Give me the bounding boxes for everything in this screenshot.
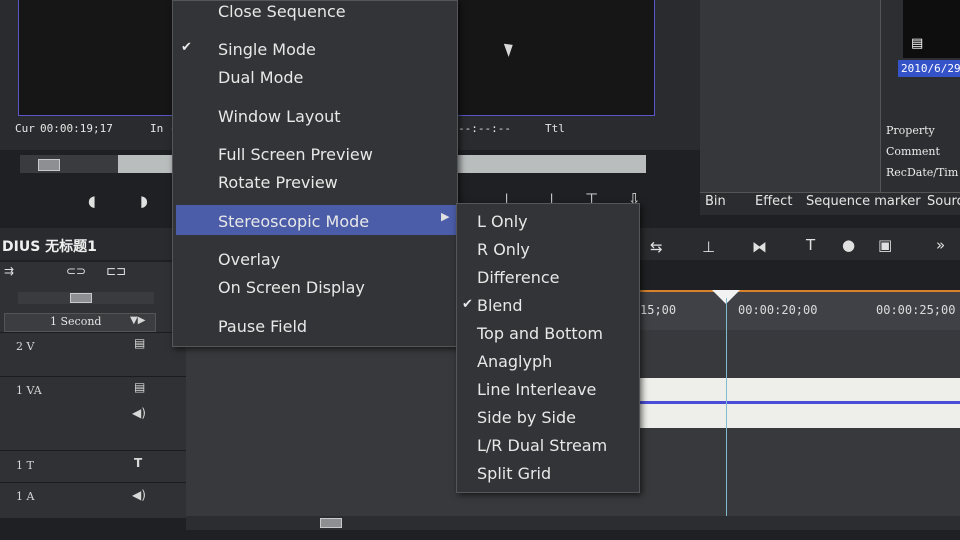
menu-item-stereoscopic-mode[interactable]: Stereoscopic Mode bbox=[218, 212, 369, 231]
menu-item-close-sequence[interactable]: Close Sequence bbox=[218, 2, 346, 21]
recdate-label: RecDate/Tim bbox=[886, 166, 959, 179]
checkmark-icon: ✔ bbox=[181, 40, 192, 55]
player-seek-fill bbox=[118, 155, 176, 173]
menu-item-single-mode[interactable]: Single Mode bbox=[218, 40, 316, 59]
zoom-value: 1 Second bbox=[50, 315, 102, 328]
menu-item-pause-field[interactable]: Pause Field bbox=[218, 317, 307, 336]
video-track-icon[interactable]: ▤ bbox=[134, 380, 145, 394]
mark-out-icon[interactable]: ◗ bbox=[140, 192, 148, 210]
menu-item-window-layout[interactable]: Window Layout bbox=[218, 107, 341, 126]
submenu-item-r-only[interactable]: R Only bbox=[477, 240, 530, 259]
microphone-icon[interactable]: ● bbox=[842, 236, 855, 254]
track-row bbox=[0, 332, 186, 377]
property-label: Property bbox=[886, 124, 935, 137]
ruler-tick: 00:00:20;00 bbox=[738, 303, 818, 317]
more-icon[interactable]: » bbox=[936, 236, 945, 254]
cur-timecode: 00:00:19;17 bbox=[40, 122, 113, 135]
menu-item-dual-mode[interactable]: Dual Mode bbox=[218, 68, 303, 87]
ruler-tick: 00:00:25;00 bbox=[876, 303, 956, 317]
submenu-item-blend[interactable]: Blend bbox=[477, 296, 523, 315]
clip-date: 2010/6/29 bbox=[898, 60, 960, 77]
marker-icon[interactable]: ⧓ bbox=[752, 238, 767, 256]
submenu-item-lr-dual-stream[interactable]: L/R Dual Stream bbox=[477, 436, 607, 455]
tab-sequence-marker[interactable]: Sequence marker bbox=[806, 194, 921, 209]
out-timecode: --:--:-- bbox=[458, 122, 511, 135]
ttl-label: Ttl bbox=[545, 122, 565, 135]
sequence-title: DIUS 无标题1 bbox=[2, 239, 97, 255]
playhead-line bbox=[726, 298, 727, 518]
title-tool-icon[interactable]: T bbox=[806, 236, 815, 254]
clip-audio-line bbox=[636, 401, 960, 404]
clip-type-icon: ▤ bbox=[911, 36, 924, 51]
submenu-item-side-by-side[interactable]: Side by Side bbox=[477, 408, 576, 427]
menu-item-full-screen-preview[interactable]: Full Screen Preview bbox=[218, 145, 373, 164]
submenu-arrow-icon: ▶ bbox=[441, 210, 450, 223]
submenu-item-split-grid[interactable]: Split Grid bbox=[477, 464, 551, 483]
zoom-dropdown-icon[interactable]: ▼▶ bbox=[130, 315, 145, 326]
ripple-icon[interactable]: ⊏⊐ bbox=[106, 264, 126, 278]
menu-item-overlay[interactable]: Overlay bbox=[218, 250, 280, 269]
submenu-item-l-only[interactable]: L Only bbox=[477, 212, 528, 231]
checkmark-icon: ✔ bbox=[462, 297, 473, 312]
track-tool-icon[interactable]: ⇉ bbox=[4, 264, 14, 278]
submenu-item-line-interleave[interactable]: Line Interleave bbox=[477, 380, 596, 399]
split-icon[interactable]: ⊥ bbox=[702, 238, 715, 256]
mark-in-icon[interactable]: ◖ bbox=[88, 192, 96, 210]
player-monitor bbox=[18, 0, 178, 116]
track-name: 1 A bbox=[16, 490, 35, 503]
recorder-seek-bar[interactable] bbox=[456, 155, 646, 173]
zoom-slider-thumb[interactable] bbox=[70, 293, 92, 303]
track-name: 2 V bbox=[16, 340, 35, 353]
player-seek-thumb[interactable] bbox=[38, 159, 60, 171]
track-name: 1 T bbox=[16, 459, 34, 472]
sync-icon[interactable]: ⊂⊃ bbox=[66, 264, 86, 278]
speaker-icon[interactable]: ◀) bbox=[132, 488, 146, 502]
recorder-monitor bbox=[455, 0, 655, 116]
ruler-tick: 15;00 bbox=[640, 303, 677, 317]
submenu-item-difference[interactable]: Difference bbox=[477, 268, 559, 287]
timeline-scroll-thumb[interactable] bbox=[320, 518, 342, 528]
menu-item-rotate-preview[interactable]: Rotate Preview bbox=[218, 173, 338, 192]
cur-label: Cur bbox=[15, 122, 35, 135]
submenu-item-anaglyph[interactable]: Anaglyph bbox=[477, 352, 552, 371]
tab-bin[interactable]: Bin bbox=[705, 194, 726, 209]
track-name: 1 VA bbox=[16, 384, 42, 397]
tab-effect[interactable]: Effect bbox=[755, 194, 792, 209]
speaker-icon[interactable]: ◀) bbox=[132, 406, 146, 420]
link-icon[interactable]: ⇆ bbox=[650, 238, 663, 256]
video-track-icon[interactable]: ▤ bbox=[134, 336, 145, 350]
comment-label: Comment bbox=[886, 145, 940, 158]
title-track-icon[interactable]: T bbox=[134, 456, 142, 470]
submenu-item-top-and-bottom[interactable]: Top and Bottom bbox=[477, 324, 603, 343]
tab-source[interactable]: Sourc bbox=[927, 194, 960, 209]
bin-window bbox=[700, 0, 880, 195]
render-icon[interactable]: ▣ bbox=[878, 236, 892, 254]
timeline-scrollbar[interactable] bbox=[186, 516, 960, 530]
menu-item-on-screen-display[interactable]: On Screen Display bbox=[218, 278, 365, 297]
